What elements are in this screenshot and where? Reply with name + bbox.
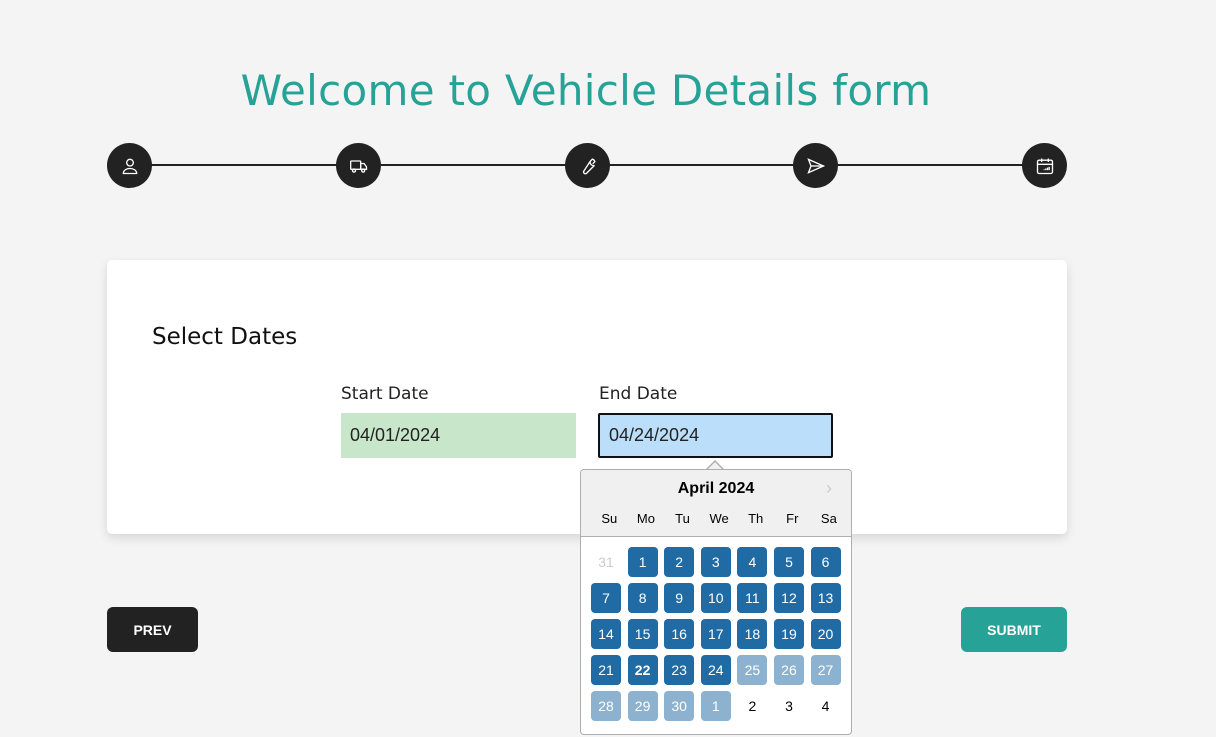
datepicker-day[interactable]: 25: [737, 655, 768, 685]
datepicker-day[interactable]: 2: [664, 547, 695, 577]
datepicker-month: April 2024: [677, 480, 755, 497]
datepicker-day[interactable]: 20: [810, 619, 841, 649]
page-title: Welcome to Vehicle Details form: [240, 66, 932, 115]
start-date-input[interactable]: [341, 413, 576, 458]
datepicker-day[interactable]: 29: [627, 691, 658, 721]
datepicker-day[interactable]: 24: [700, 655, 731, 685]
send-icon: [806, 157, 825, 174]
datepicker-day[interactable]: 4: [737, 547, 768, 577]
datepicker-week: 7 8 9 10 11 12 13: [591, 583, 847, 613]
datepicker-day[interactable]: 27: [810, 655, 841, 685]
step-service[interactable]: [565, 143, 610, 188]
datepicker-day[interactable]: 1: [700, 691, 731, 721]
weekday-label: Su: [601, 511, 618, 526]
start-date-label: Start Date: [341, 384, 429, 404]
weekday-label: Fr: [786, 511, 799, 526]
datepicker-day[interactable]: 5: [773, 547, 804, 577]
datepicker-day[interactable]: 4: [811, 691, 841, 721]
datepicker-day[interactable]: 10: [700, 583, 731, 613]
card-title: Select Dates: [152, 324, 298, 350]
datepicker-day[interactable]: 31: [591, 547, 621, 577]
datepicker-week: 28 29 30 1 2 3 4: [591, 691, 847, 721]
step-submit[interactable]: [793, 143, 838, 188]
datepicker-day[interactable]: 16: [664, 619, 695, 649]
datepicker-week: 14 15 16 17 18 19 20: [591, 619, 847, 649]
datepicker-header: April 2024 › Su Mo Tu We Th Fr Sa: [581, 470, 851, 537]
datepicker-day[interactable]: 12: [773, 583, 804, 613]
weekday-label: Tu: [675, 511, 690, 526]
datepicker-day[interactable]: 14: [591, 619, 621, 649]
datepicker-day[interactable]: 2: [737, 691, 767, 721]
datepicker-day[interactable]: 7: [591, 583, 621, 613]
weekday-label: We: [709, 511, 729, 526]
step-dates[interactable]: [1022, 143, 1067, 188]
chevron-right-icon[interactable]: ›: [821, 479, 837, 497]
datepicker-weekdays: Su Mo Tu We Th Fr Sa: [591, 511, 847, 526]
truck-icon: [349, 159, 367, 173]
end-date-input[interactable]: [598, 413, 833, 458]
weekday-label: Th: [748, 511, 764, 526]
datepicker-day[interactable]: 18: [737, 619, 768, 649]
datepicker-day[interactable]: 8: [627, 583, 658, 613]
datepicker-day[interactable]: 21: [591, 655, 621, 685]
step-personal[interactable]: [107, 143, 152, 188]
datepicker-week: 21 22 23 24 25 26 27: [591, 655, 847, 685]
datepicker-day[interactable]: 30: [664, 691, 695, 721]
datepicker-day[interactable]: 13: [810, 583, 841, 613]
datepicker-week: 31 1 2 3 4 5 6: [591, 547, 847, 577]
calendar-icon: [1036, 158, 1053, 174]
datepicker-day[interactable]: 26: [773, 655, 804, 685]
datepicker-grid: 31 1 2 3 4 5 6 7 8 9 10 11 12 13 14 15 16 17 18 19 20 21 22 23 2…: [591, 547, 847, 727]
weekday-label: Mo: [636, 511, 655, 526]
datepicker-day[interactable]: 15: [627, 619, 658, 649]
end-date-label: End Date: [599, 384, 678, 404]
datepicker-day[interactable]: 17: [700, 619, 731, 649]
datepicker-day[interactable]: 3: [700, 547, 731, 577]
user-icon: [122, 158, 137, 174]
datepicker-day[interactable]: 9: [664, 583, 695, 613]
submit-button[interactable]: SUBMIT: [961, 607, 1067, 652]
datepicker-day[interactable]: 11: [737, 583, 768, 613]
datepicker-popup: April 2024 › Su Mo Tu We Th Fr Sa 31 1 2 3 4 5 6 7 8 9 1…: [580, 469, 852, 735]
datepicker-day[interactable]: 22: [627, 655, 658, 685]
datepicker-day[interactable]: 19: [773, 619, 804, 649]
datepicker-day[interactable]: 1: [627, 547, 658, 577]
step-vehicle[interactable]: [336, 143, 381, 188]
datepicker-day[interactable]: 3: [774, 691, 804, 721]
datepicker-day[interactable]: 6: [810, 547, 841, 577]
prev-button[interactable]: PREV: [107, 607, 198, 652]
weekday-label: Sa: [820, 511, 837, 526]
datepicker-day[interactable]: 28: [591, 691, 621, 721]
datepicker-day[interactable]: 23: [664, 655, 695, 685]
wrench-icon: [582, 157, 596, 174]
